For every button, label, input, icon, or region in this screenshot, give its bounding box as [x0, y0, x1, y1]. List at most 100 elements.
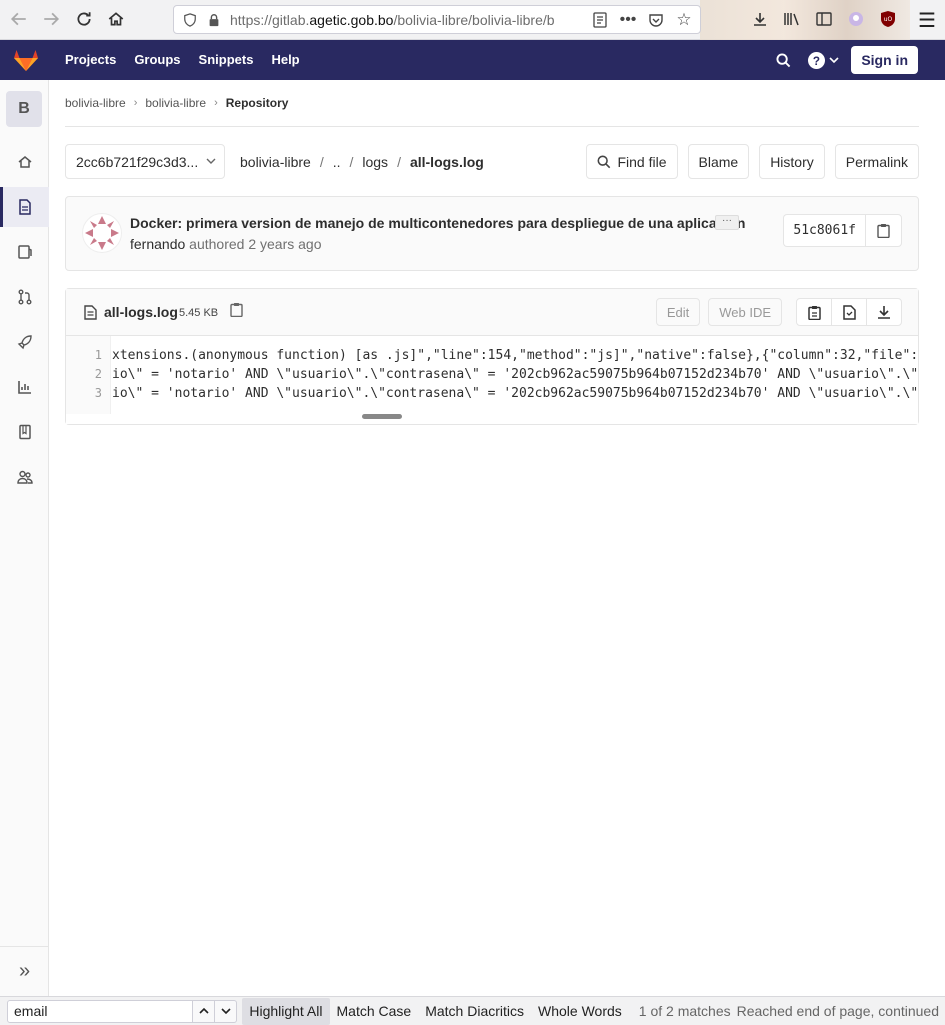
download-icon[interactable]: [866, 298, 902, 326]
sidebar-item-repository[interactable]: [0, 187, 49, 227]
page-actions-icon[interactable]: •••: [618, 10, 638, 30]
ublock-icon[interactable]: uO: [876, 5, 900, 33]
file-holder: all-logs.log 5.45 KB Edit Web IDE 1 2 3 …: [65, 288, 919, 425]
nav-help[interactable]: Help: [262, 40, 308, 80]
hamburger-menu-icon[interactable]: ☰: [912, 6, 942, 34]
main-content: bolivia-libre › bolivia-libre › Reposito…: [65, 80, 919, 425]
sign-in-button[interactable]: Sign in: [851, 46, 918, 74]
sidebar-item-project[interactable]: [0, 142, 49, 182]
nav-snippets[interactable]: Snippets: [190, 40, 263, 80]
sidebar-item-merge-requests[interactable]: [0, 277, 49, 317]
commit-title[interactable]: Docker: primera version de manejo de mul…: [130, 215, 745, 231]
lock-icon[interactable]: [206, 12, 222, 28]
pocket-icon[interactable]: [646, 10, 666, 30]
code-line: xtensions.(anonymous function) [as .js]"…: [112, 348, 918, 363]
match-diacritics-toggle[interactable]: Match Diacritics: [418, 998, 531, 1025]
last-commit: Docker: primera version de manejo de mul…: [65, 196, 919, 271]
project-avatar[interactable]: B: [6, 91, 42, 127]
commit-sha[interactable]: 51c8061f: [783, 214, 865, 247]
chevron-down-icon: [829, 57, 839, 64]
author-avatar[interactable]: [82, 213, 122, 253]
tree-controls: 2cc6b721f29c3d3... bolivia-libre / .. / …: [65, 144, 919, 179]
collapse-sidebar-icon[interactable]: »: [0, 946, 49, 996]
find-match-count: 1 of 2 matches: [638, 1003, 731, 1019]
reload-button[interactable]: [69, 4, 99, 34]
file-path: bolivia-libre / .. / logs / all-logs.log: [240, 144, 484, 179]
sidebar-item-wiki[interactable]: [0, 412, 49, 452]
gitlab-header: Projects Groups Snippets Help ? Sign in: [0, 40, 945, 80]
find-input[interactable]: [7, 999, 193, 1023]
library-icon[interactable]: [780, 5, 804, 33]
copy-path-icon[interactable]: [230, 302, 243, 320]
horizontal-scrollbar[interactable]: [362, 414, 402, 419]
members-icon: [16, 470, 33, 484]
downloads-icon[interactable]: [748, 5, 772, 33]
open-raw-icon[interactable]: [831, 298, 867, 326]
forward-button[interactable]: [36, 4, 66, 34]
commit-author[interactable]: fernando: [130, 236, 185, 252]
sidebar-item-analytics[interactable]: [0, 367, 49, 407]
reload-icon: [77, 12, 91, 26]
home-button[interactable]: [101, 4, 131, 34]
chart-icon: [17, 381, 31, 394]
path-file-name[interactable]: all-logs.log: [410, 154, 484, 170]
extension-avatar-icon[interactable]: [844, 5, 868, 33]
bookmark-star-icon[interactable]: ☆: [674, 10, 694, 30]
breadcrumb-project[interactable]: bolivia-libre: [145, 96, 206, 110]
reader-view-icon[interactable]: [590, 10, 610, 30]
file-action-group: [796, 298, 902, 326]
path-segment[interactable]: ..: [333, 154, 341, 170]
copy-sha-button[interactable]: [865, 214, 902, 247]
book-icon: [18, 424, 31, 440]
gitlab-logo-icon[interactable]: [0, 40, 52, 80]
forward-arrow-icon: [44, 12, 60, 26]
path-segment[interactable]: logs: [362, 154, 388, 170]
find-previous-button[interactable]: [193, 999, 216, 1023]
ref-name: 2cc6b721f29c3d3...: [76, 153, 199, 170]
file-text-icon: [84, 305, 97, 323]
path-separator: /: [319, 153, 324, 170]
sidebar-item-members[interactable]: [0, 457, 49, 497]
blame-button[interactable]: Blame: [687, 144, 750, 179]
sidebar-toggle-icon[interactable]: [812, 5, 836, 33]
breadcrumb-group[interactable]: bolivia-libre: [65, 96, 126, 110]
find-file-label: Find file: [617, 153, 667, 170]
history-button[interactable]: History: [759, 144, 825, 179]
edit-button[interactable]: Edit: [655, 298, 701, 326]
help-dropdown[interactable]: ?: [801, 40, 845, 80]
line-number[interactable]: 2: [66, 365, 110, 384]
breadcrumb-current[interactable]: Repository: [226, 96, 289, 110]
find-bar: Highlight All Match Case Match Diacritic…: [0, 996, 945, 1025]
sidebar-item-cicd[interactable]: [0, 322, 49, 362]
whole-words-toggle[interactable]: Whole Words: [531, 998, 629, 1025]
highlight-all-toggle[interactable]: Highlight All: [242, 997, 330, 1025]
svg-text:?: ?: [813, 54, 820, 67]
copy-contents-icon[interactable]: [796, 298, 832, 326]
url-bar[interactable]: https://gitlab.agetic.gob.bo/bolivia-lib…: [173, 5, 701, 34]
path-segment[interactable]: bolivia-libre: [240, 154, 311, 170]
nav-projects[interactable]: Projects: [56, 40, 125, 80]
file-size: 5.45 KB: [179, 307, 219, 319]
code-viewer: 1 2 3 xtensions.(anonymous function) [as…: [66, 336, 918, 424]
nav-groups[interactable]: Groups: [125, 40, 189, 80]
permalink-button[interactable]: Permalink: [834, 144, 919, 179]
ref-switcher[interactable]: 2cc6b721f29c3d3...: [65, 144, 225, 179]
line-number[interactable]: 3: [66, 384, 110, 403]
match-case-toggle[interactable]: Match Case: [330, 998, 419, 1025]
find-file-button[interactable]: Find file: [586, 144, 678, 179]
commit-description-toggle[interactable]: ···: [715, 215, 739, 230]
shield-icon[interactable]: [182, 12, 198, 28]
file-name: all-logs.log: [104, 304, 178, 320]
search-icon[interactable]: [765, 40, 801, 80]
url-text[interactable]: https://gitlab.agetic.gob.bo/bolivia-lib…: [230, 12, 570, 28]
home-icon: [108, 12, 124, 26]
web-ide-button[interactable]: Web IDE: [708, 298, 782, 326]
sidebar-item-issues[interactable]: [0, 232, 49, 272]
find-next-button[interactable]: [215, 999, 238, 1023]
back-button[interactable]: [4, 4, 34, 34]
line-number[interactable]: 1: [66, 346, 110, 365]
project-sidebar: B »: [0, 80, 49, 996]
back-arrow-icon: [10, 12, 26, 26]
merge-request-icon: [18, 289, 31, 305]
file-header: all-logs.log 5.45 KB Edit Web IDE: [66, 289, 918, 336]
